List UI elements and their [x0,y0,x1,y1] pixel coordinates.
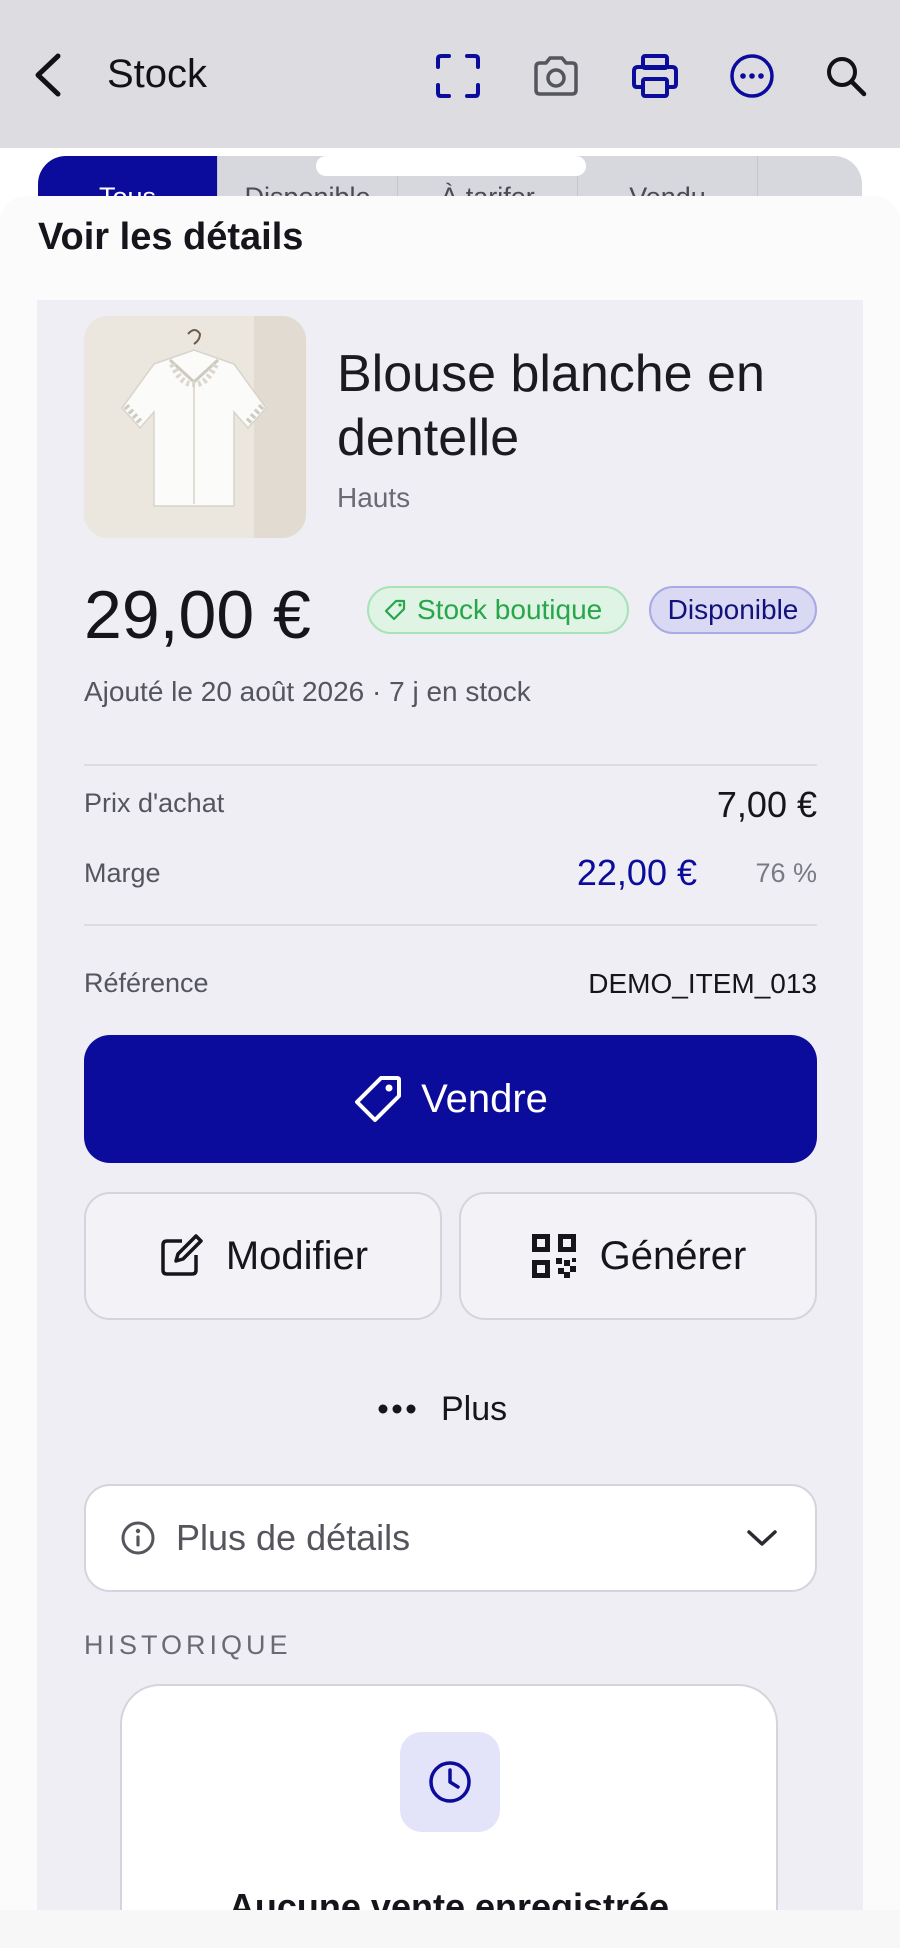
details-sheet: Voir les détails Blouse blanche en dente… [0,196,900,1948]
product-category: Hauts [337,482,411,513]
more-actions-button[interactable]: Plus [377,1384,507,1434]
reference-label: Référence [84,968,209,998]
sheet-grabber[interactable] [316,156,586,176]
margin-value: 22,00 € [576,852,697,893]
history-empty-card: Aucune vente enregistrée [120,1684,778,1948]
location-badge-label: Stock boutique [417,594,603,625]
product-name: Blouse blanche en dentelle [337,345,765,467]
edit-icon [161,1234,203,1276]
camera-button[interactable] [528,48,584,104]
status-badge: Disponible [649,586,817,634]
info-icon [121,1521,155,1555]
divider [84,924,817,926]
clock-icon [429,1761,471,1803]
price-tag-icon [355,1076,402,1122]
history-section-label: HISTORIQUE [84,1630,292,1660]
tag-icon [384,599,406,621]
purchase-price-label: Prix d'achat [84,788,225,818]
qr-code-icon [531,1234,576,1278]
history-icon-badge [400,1732,500,1832]
product-photo[interactable] [84,316,306,538]
generate-button-label: Générer [599,1233,747,1278]
screen-title: Stock [107,52,208,96]
more-menu-button[interactable] [724,48,780,104]
location-badge: Stock boutique [367,586,629,634]
sell-button[interactable]: Vendre [84,1035,817,1163]
generate-button[interactable]: Générer [459,1192,817,1320]
margin-label: Marge [84,858,161,888]
scan-frame-icon [436,54,480,98]
ellipsis-icon [378,1404,416,1414]
more-details-accordion[interactable]: Plus de détails [84,1484,817,1592]
printer-icon [632,54,678,98]
divider [84,764,817,766]
scan-button[interactable] [430,48,486,104]
search-button[interactable] [818,48,874,104]
purchase-price-value: 7,00 € [716,784,817,825]
bottom-safe-area [0,1910,900,1948]
edit-button-label: Modifier [225,1233,369,1278]
search-icon [827,57,867,97]
blouse-image [84,316,306,538]
top-app-bar: Stock [0,0,900,148]
edit-button[interactable]: Modifier [84,1192,442,1320]
added-info: Ajouté le 20 août 2026 · 7 j en stock [84,676,531,707]
product-price: 29,00 € [84,577,311,653]
product-card: Blouse blanche en dentelle Hauts 29,00 €… [37,300,863,1948]
margin-percent: 76 % [755,858,817,888]
back-chevron-icon [35,53,61,97]
print-button[interactable] [627,48,683,104]
sheet-title: Voir les détails [38,216,304,258]
camera-icon [534,56,578,96]
sell-button-label: Vendre [421,1076,548,1121]
more-details-label: Plus de détails [176,1517,411,1558]
chevron-down-icon [747,1530,777,1546]
more-actions-label: Plus [441,1389,508,1428]
reference-value: DEMO_ITEM_013 [588,968,817,999]
more-circle-icon [730,54,774,98]
back-button[interactable] [26,48,76,102]
